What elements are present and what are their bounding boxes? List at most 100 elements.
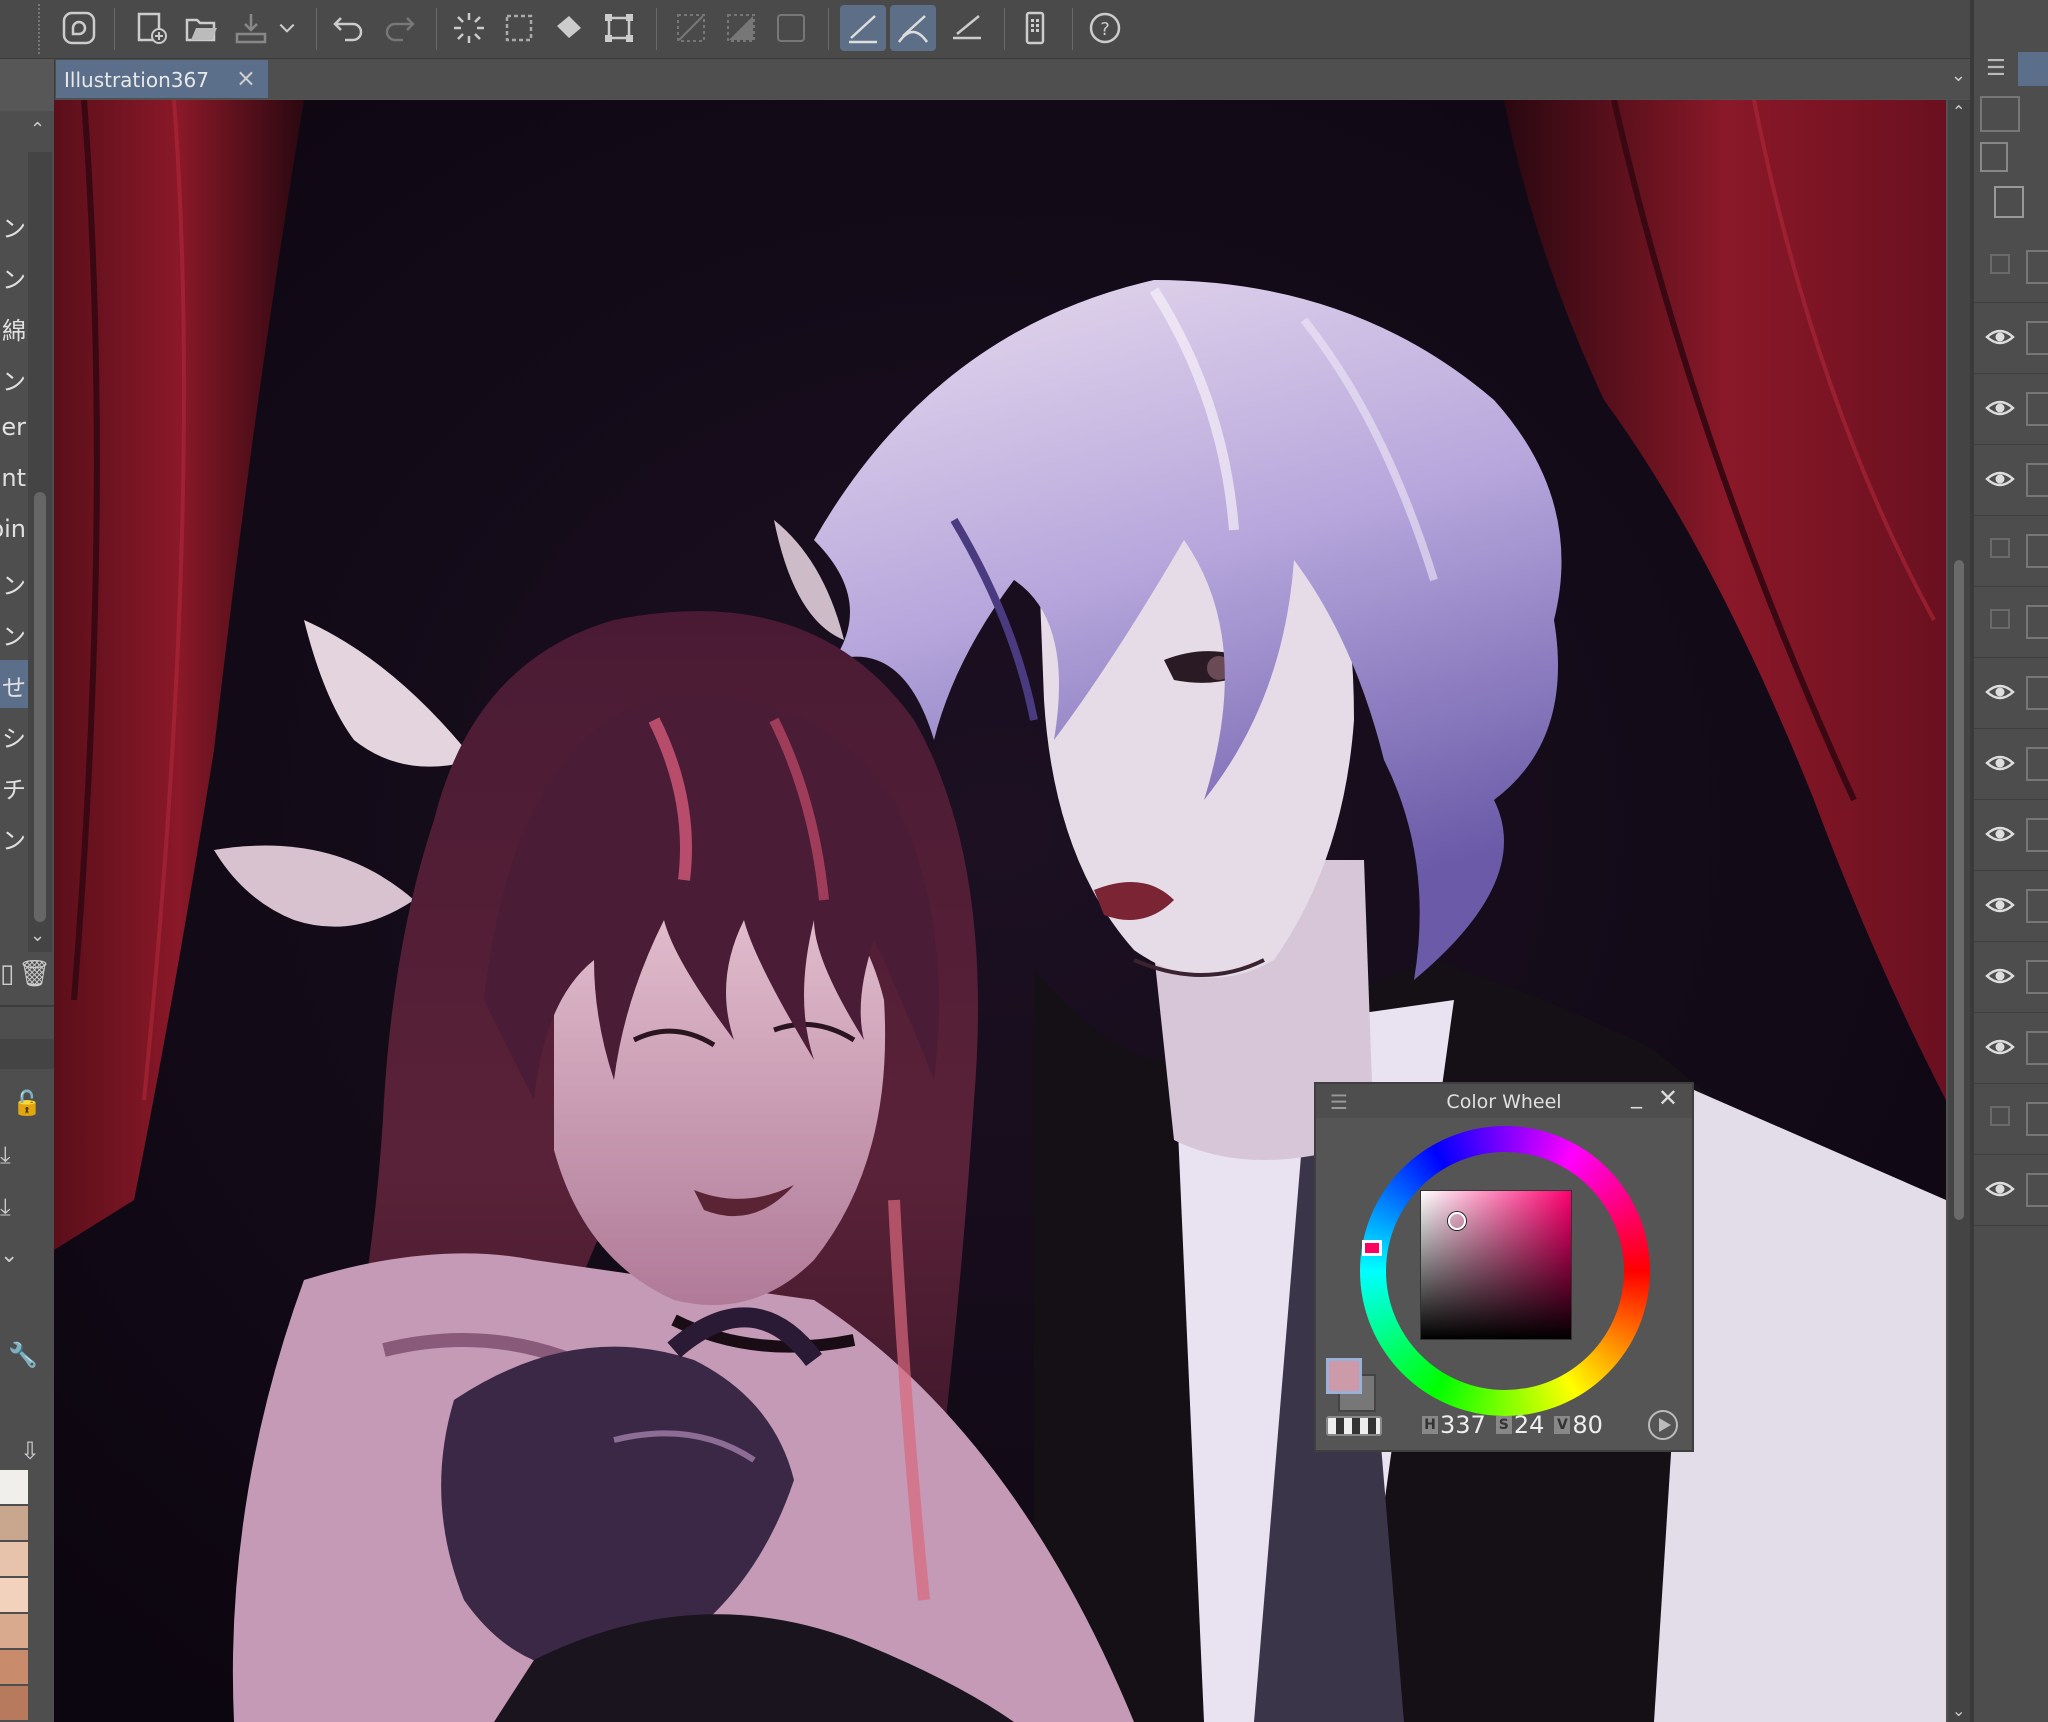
fill-icon[interactable] (546, 5, 592, 51)
layer-tab-icon[interactable] (2018, 52, 2048, 86)
color-set-swatch[interactable] (0, 1506, 28, 1540)
layer-thumbnail[interactable] (2026, 250, 2048, 284)
layer-thumbnail[interactable] (2026, 818, 2048, 852)
undo-icon[interactable] (326, 5, 372, 51)
layer-row[interactable] (1974, 1013, 2048, 1084)
minimize-icon[interactable]: _ (1631, 1084, 1642, 1109)
color-set-swatch[interactable] (0, 1650, 28, 1684)
chevron-down-icon[interactable]: ⌄ (0, 1243, 18, 1268)
clear-selection-icon[interactable] (446, 5, 492, 51)
selection-gradient-icon[interactable] (718, 5, 764, 51)
layer-mask-icon[interactable] (1980, 142, 2008, 172)
layer-row[interactable] (1974, 445, 2048, 516)
tab-illustration367[interactable]: Illustration367 × (56, 60, 268, 98)
canvas-artwork[interactable] (54, 100, 1946, 1722)
eye-icon[interactable] (1984, 463, 2016, 495)
layer-row[interactable] (1974, 1084, 2048, 1155)
export-icon[interactable]: ⇩ (20, 1437, 40, 1465)
layer-row[interactable] (1974, 587, 2048, 658)
visibility-checkbox[interactable] (1990, 538, 2010, 558)
panel-menu-icon[interactable]: ☰ (1986, 56, 2006, 81)
brush-list-scrollbar[interactable] (28, 152, 52, 952)
redo-icon[interactable] (376, 5, 422, 51)
brush-list-item[interactable]: シ (0, 711, 28, 759)
download-icon-2[interactable]: ⤓ (0, 1193, 11, 1221)
layer-thumbnail[interactable] (2026, 747, 2048, 781)
layer-thumbnail[interactable] (2026, 534, 2048, 568)
eye-icon[interactable] (1984, 1031, 2016, 1063)
layer-row[interactable] (1974, 303, 2048, 374)
main-color-swatch[interactable] (1326, 1358, 1362, 1394)
help-icon[interactable]: ? (1082, 5, 1128, 51)
brush-list-item[interactable]: ン (0, 813, 28, 861)
layer-row[interactable] (1974, 942, 2048, 1013)
eye-icon[interactable] (1984, 321, 2016, 353)
eye-icon[interactable] (1984, 818, 2016, 850)
duplicate-icon[interactable]: ▯ (0, 959, 14, 989)
visibility-checkbox[interactable] (1990, 609, 2010, 629)
h-value[interactable]: 337 (1440, 1411, 1486, 1439)
eye-icon[interactable] (1984, 676, 2016, 708)
select-all-icon[interactable] (496, 5, 542, 51)
layer-thumbnail[interactable] (2026, 676, 2048, 710)
scroll-up-icon[interactable]: ⌃ (1952, 102, 1965, 121)
sv-cursor[interactable] (1448, 1212, 1466, 1230)
eye-icon[interactable] (1984, 392, 2016, 424)
eye-icon[interactable] (1984, 1173, 2016, 1205)
visibility-checkbox[interactable] (1990, 254, 2010, 274)
hue-marker[interactable] (1362, 1240, 1382, 1256)
layer-thumbnail[interactable] (2026, 605, 2048, 639)
layer-row[interactable] (1974, 658, 2048, 729)
download-icon[interactable]: ⤓ (0, 1141, 11, 1169)
brush-list-item[interactable]: 綿 (0, 303, 28, 351)
brush-list-item[interactable]: ン (0, 252, 28, 300)
saturation-value-square[interactable] (1420, 1190, 1572, 1340)
color-set-swatch[interactable] (0, 1578, 28, 1612)
toolbar-grip[interactable] (38, 4, 46, 54)
layer-row[interactable] (1974, 729, 2048, 800)
wrench-icon[interactable]: 🔧 (8, 1341, 38, 1369)
selection-border-icon[interactable] (768, 5, 814, 51)
layer-thumbnail[interactable] (2026, 1102, 2048, 1136)
layer-row[interactable] (1974, 516, 2048, 587)
layer-thumbnail[interactable] (2026, 392, 2048, 426)
brush-list-item[interactable]: oin (0, 507, 28, 555)
new-layer-icon[interactable] (1994, 186, 2024, 218)
color-mode-toggle-icon[interactable] (1648, 1410, 1678, 1440)
brush-list-item[interactable]: ン (0, 354, 28, 402)
layer-row[interactable] (1974, 374, 2048, 445)
layer-thumbnail[interactable] (2026, 960, 2048, 994)
selection-edit-icon[interactable] (668, 5, 714, 51)
transform-icon[interactable] (596, 5, 642, 51)
layer-thumbnail[interactable] (2026, 463, 2048, 497)
eye-icon[interactable] (1984, 889, 2016, 921)
snap-ruler-icon[interactable] (840, 5, 886, 51)
color-set-swatch[interactable] (0, 1614, 28, 1648)
scroll-down-icon[interactable]: ⌄ (1952, 1701, 1965, 1720)
color-set-swatch[interactable] (0, 1686, 28, 1720)
new-canvas-icon[interactable] (128, 5, 174, 51)
dropdown-chevron-icon[interactable] (272, 5, 302, 51)
brush-list-item[interactable]: ン (0, 201, 28, 249)
canvas-vertical-scrollbar[interactable]: ⌃ ⌄ (1948, 100, 1970, 1722)
eye-icon[interactable] (1984, 960, 2016, 992)
visibility-checkbox[interactable] (1990, 1106, 2010, 1126)
s-value[interactable]: 24 (1514, 1411, 1545, 1439)
tab-list-chevron-icon[interactable]: ⌄ (1951, 65, 1966, 86)
layer-thumbnail[interactable] (2026, 1173, 2048, 1207)
snap-grid-icon[interactable] (944, 5, 990, 51)
brush-list-item[interactable]: ン (0, 558, 28, 606)
blend-mode-select[interactable] (1980, 96, 2020, 132)
eye-icon[interactable] (1984, 747, 2016, 779)
layer-row[interactable] (1974, 232, 2048, 303)
transparent-color-button[interactable] (1326, 1416, 1382, 1436)
color-set-swatch[interactable] (0, 1470, 28, 1504)
brush-list-item[interactable]: ン (0, 609, 28, 657)
open-folder-icon[interactable] (178, 5, 224, 51)
snap-special-ruler-icon[interactable] (890, 5, 936, 51)
v-value[interactable]: 80 (1572, 1411, 1603, 1439)
layer-row[interactable] (1974, 871, 2048, 942)
scroll-up-icon[interactable]: ⌃ (30, 119, 45, 140)
tab-close-icon[interactable]: × (236, 64, 256, 92)
brush-list-item[interactable]: せ (0, 660, 28, 708)
